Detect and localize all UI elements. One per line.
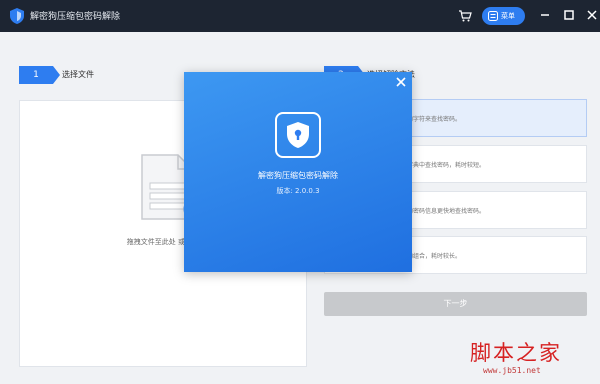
close-icon[interactable] [585, 8, 599, 22]
step-label: 选择文件 [62, 70, 94, 79]
shield-lock-icon [287, 122, 309, 148]
menu-icon [488, 11, 498, 21]
dialog-title: 解密狗压缩包密码解除 [258, 171, 338, 180]
minimize-icon[interactable] [538, 8, 552, 22]
app-logo [275, 112, 321, 158]
menu-label: 菜单 [501, 12, 515, 20]
dialog-close-icon[interactable] [396, 77, 406, 87]
next-step-button[interactable]: 下一步 [324, 292, 587, 316]
watermark-text: 脚本之家 [470, 341, 562, 365]
version-text: 版本: 2.0.0.3 [276, 187, 320, 195]
menu-button[interactable]: 菜单 [482, 7, 525, 25]
step-number: 1 [19, 66, 60, 84]
about-dialog: 解密狗压缩包密码解除 版本: 2.0.0.3 [184, 72, 412, 272]
app-title: 解密狗压缩包密码解除 [30, 12, 121, 22]
maximize-icon[interactable] [562, 8, 576, 22]
app-logo-icon [10, 8, 24, 24]
method-description: 的组合，耗时较长。 [407, 253, 462, 260]
watermark-url: www.jb51.net [483, 366, 541, 375]
method-description: 字典中查找密码，耗时较短。 [407, 162, 486, 169]
method-description: 的字符来查找密码。 [407, 116, 462, 123]
method-description: 的密码信息更快地查找密码。 [407, 208, 486, 215]
title-bar: 解密狗压缩包密码解除 菜单 [0, 0, 600, 32]
cart-icon[interactable] [458, 9, 472, 23]
